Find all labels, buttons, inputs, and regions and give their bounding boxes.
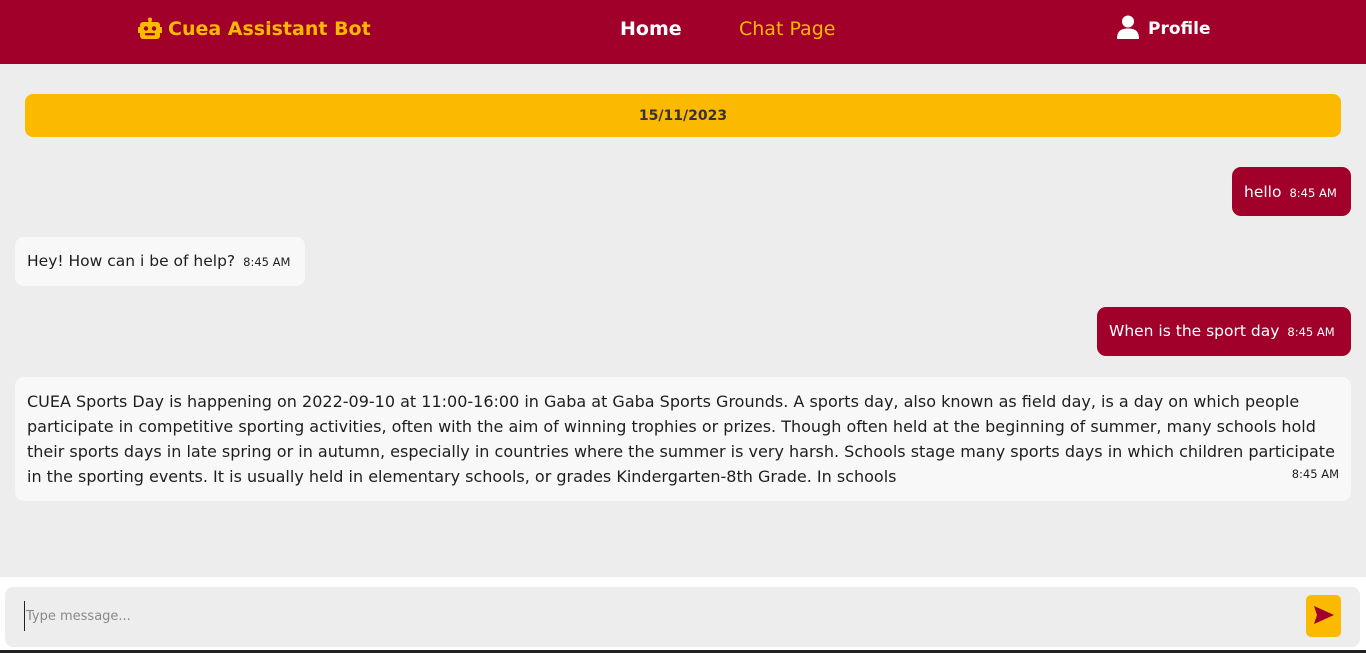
message-composer [0, 577, 1366, 653]
profile-label: Profile [1148, 19, 1211, 39]
message-time: 8:45 AM [1287, 325, 1335, 339]
message-time: 8:45 AM [1291, 467, 1339, 481]
message-text: Hey! How can i be of help? [27, 252, 236, 270]
bot-message: Hey! How can i be of help? 8:45 AM [15, 237, 305, 286]
message-text: hello [1244, 183, 1282, 201]
send-button[interactable] [1306, 595, 1341, 637]
nav-home-link[interactable]: Home [620, 0, 682, 58]
nav-chat-page-link[interactable]: Chat Page [739, 0, 835, 58]
send-icon [1313, 605, 1334, 627]
message-time: 8:45 AM [1289, 186, 1337, 200]
brand-link[interactable]: Cuea Assistant Bot [138, 0, 371, 58]
bot-message: CUEA Sports Day is happening on 2022-09-… [15, 377, 1351, 501]
user-message: When is the sport day 8:45 AM [1097, 307, 1351, 356]
composer-box [5, 587, 1360, 647]
user-message: hello 8:45 AM [1232, 167, 1351, 216]
profile-link[interactable]: Profile [1117, 0, 1210, 58]
message-text: When is the sport day [1109, 322, 1280, 340]
brand-label: Cuea Assistant Bot [168, 18, 371, 40]
message-input[interactable] [24, 601, 1294, 631]
chat-date-divider: 15/11/2023 [25, 94, 1341, 137]
robot-icon [138, 17, 162, 41]
top-navbar: Cuea Assistant Bot Home Chat Page Profil… [0, 0, 1366, 64]
message-time: 8:45 AM [243, 255, 291, 269]
user-icon [1117, 15, 1139, 44]
message-text: CUEA Sports Day is happening on 2022-09-… [27, 392, 1335, 486]
